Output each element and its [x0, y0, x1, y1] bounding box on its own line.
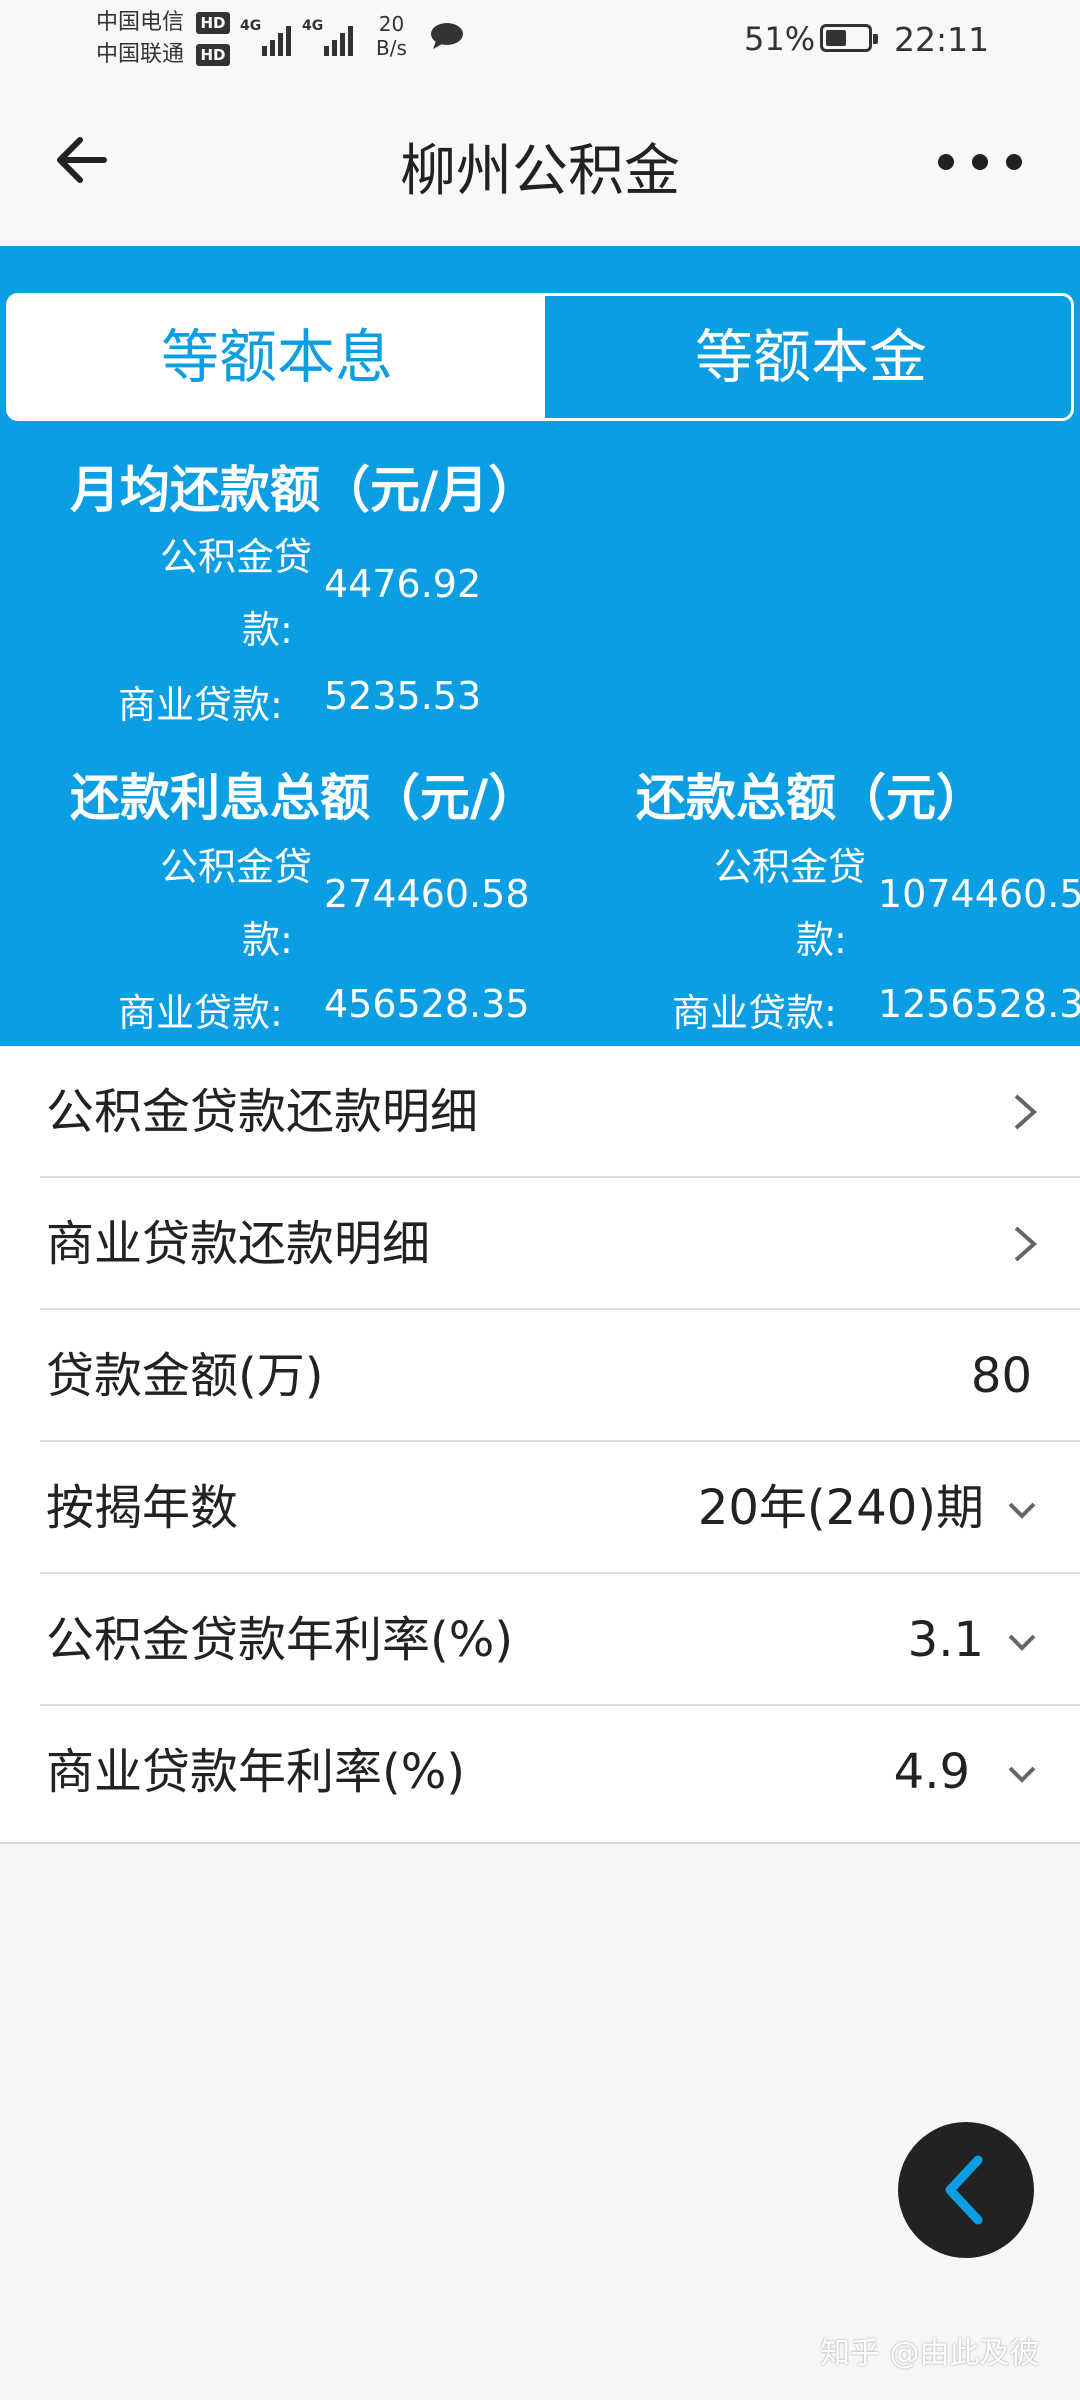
chevron-down-icon — [1008, 1766, 1036, 1783]
repayment-type-tabs: 等额本息 等额本金 — [6, 293, 1074, 421]
list-item-fund-detail[interactable]: 公积金贷款还款明细 — [0, 1046, 1080, 1178]
fund-rate-label: 公积金贷款年利率(%) — [46, 1612, 514, 1668]
floating-back-button[interactable] — [898, 2122, 1034, 2258]
total-biz-label: 商业贷款: — [672, 991, 837, 1035]
interest-title: 还款利息总额（元/） — [70, 769, 539, 827]
chevron-down-icon — [1008, 1634, 1036, 1651]
battery-percent: 51% — [744, 20, 816, 58]
loan-settings-list: 公积金贷款还款明细 商业贷款还款明细 贷款金额(万) 80 按揭年数 20年(2… — [0, 1046, 1080, 1844]
biz-rate-value[interactable]: 4.9 — [894, 1706, 970, 1838]
monthly-fund-label-2: 款: — [242, 608, 293, 652]
fund-rate-value[interactable]: 3.1 — [908, 1574, 984, 1706]
tab-equal-installment[interactable]: 等额本息 — [9, 296, 545, 418]
total-fund-label-1: 公积金贷 — [714, 845, 867, 889]
list-bottom-border — [0, 1842, 1080, 1844]
monthly-fund-label-1: 公积金贷 — [160, 535, 313, 579]
list-item-biz-detail[interactable]: 商业贷款还款明细 — [0, 1178, 1080, 1310]
interest-fund-label-1: 公积金贷 — [160, 845, 313, 889]
biz-rate-label: 商业贷款年利率(%) — [46, 1744, 466, 1800]
interest-fund-value: 274460.58 — [324, 872, 530, 916]
monthly-biz-label: 商业贷款: — [118, 683, 283, 727]
net-speed: 20 B/s — [376, 12, 407, 60]
monthly-title: 月均还款额（元/月） — [70, 461, 539, 519]
list-item-loan-years[interactable]: 按揭年数 20年(240)期 — [0, 1442, 1080, 1574]
chevron-down-icon — [1008, 1502, 1036, 1519]
monthly-fund-value: 4476.92 — [324, 562, 482, 606]
total-fund-value: 1074460.58 — [878, 872, 1080, 916]
message-icon — [431, 23, 463, 49]
tab-equal-principal[interactable]: 等额本金 — [545, 296, 1071, 418]
signal-icon-2: 4G — [302, 16, 362, 56]
hd-badge-1: HD — [196, 12, 230, 34]
carrier-1: 中国电信 — [96, 10, 185, 35]
chevron-right-icon — [1014, 1226, 1038, 1262]
loan-years-label: 按揭年数 — [46, 1480, 239, 1536]
monthly-biz-value: 5235.53 — [324, 674, 482, 718]
interest-fund-label-2: 款: — [242, 918, 293, 962]
watermark: 知乎 @由此及彼 — [820, 2336, 1040, 2371]
loan-years-value[interactable]: 20年(240)期 — [698, 1442, 984, 1574]
chevron-right-icon — [1014, 1094, 1038, 1130]
fund-detail-label: 公积金贷款还款明细 — [46, 1084, 479, 1140]
list-item-biz-rate[interactable]: 商业贷款年利率(%) 4.9 — [0, 1706, 1080, 1838]
chevron-left-icon — [945, 2155, 983, 2225]
biz-detail-label: 商业贷款还款明细 — [46, 1216, 431, 1272]
carrier-2: 中国联通 — [96, 42, 185, 67]
loan-amount-label: 贷款金额(万) — [46, 1348, 324, 1404]
result-panel: 等额本息 等额本金 月均还款额（元/月） 公积金贷 款: 4476.92 商业贷… — [0, 246, 1080, 1046]
total-fund-label-2: 款: — [796, 918, 847, 962]
list-item-fund-rate[interactable]: 公积金贷款年利率(%) 3.1 — [0, 1574, 1080, 1706]
signal-icon-1: 4G — [240, 16, 300, 56]
battery-icon — [820, 24, 878, 52]
app-bar: 柳州公积金 — [0, 76, 1080, 246]
interest-biz-value: 456528.35 — [324, 982, 530, 1026]
list-item-loan-amount[interactable]: 贷款金额(万) 80 — [0, 1310, 1080, 1442]
more-horizontal-icon[interactable] — [930, 136, 1030, 186]
total-title: 还款总额（元） — [636, 769, 986, 827]
page-title: 柳州公积金 — [400, 139, 680, 204]
total-biz-value: 1256528.35 — [878, 982, 1080, 1026]
status-bar: 中国电信 中国联通 HD HD 4G 4G 20 B/s 51% 22:11 — [0, 0, 1080, 76]
hd-badge-2: HD — [196, 44, 230, 66]
loan-amount-value[interactable]: 80 — [971, 1310, 1032, 1442]
clock: 22:11 — [894, 20, 990, 59]
interest-biz-label: 商业贷款: — [118, 991, 283, 1035]
